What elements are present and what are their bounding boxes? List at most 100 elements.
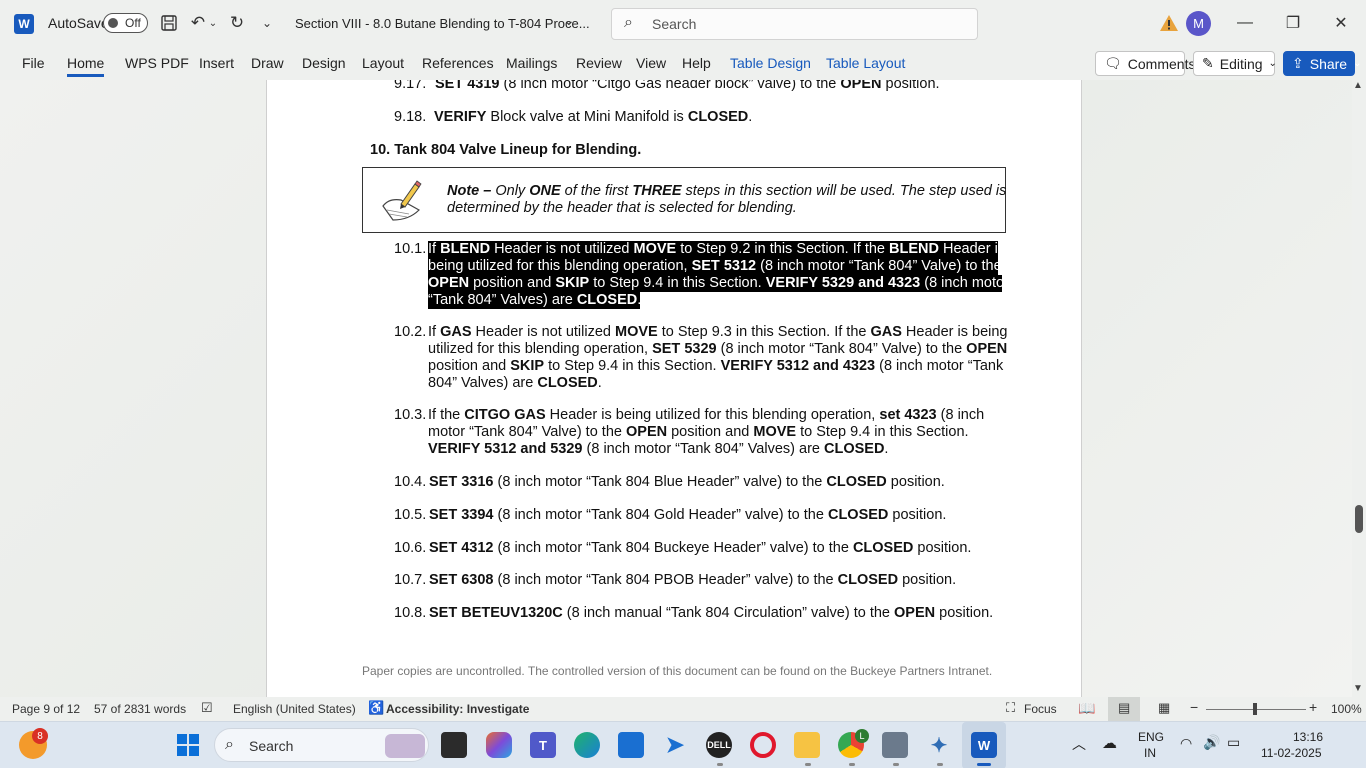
step-10-6-text[interactable]: SET 4312 (8 inch motor “Tank 804 Buckeye… [429,540,971,557]
word-count[interactable]: 57 of 2831 words [94,702,186,716]
undo-dropdown-icon[interactable]: ⌄ [207,12,219,34]
comments-button[interactable]: 🗨 Comments [1095,51,1195,76]
step-10-1-line-3[interactable]: OPEN position and SKIP to Step 9.4 in th… [428,275,1009,292]
step-10-3-line-2[interactable]: motor “Tank 804” Valve) to the OPEN posi… [428,424,969,441]
step-10-7-text[interactable]: SET 6308 (8 inch motor “Tank 804 PBOB He… [429,572,956,589]
search-box[interactable]: ⌕ Search [611,8,978,40]
step-10-2-line-4[interactable]: 804” Valves) are CLOSED. [428,375,602,392]
tab-insert[interactable]: Insert [199,55,234,71]
editing-label: Editing [1219,55,1263,72]
maximize-icon[interactable]: ❐ [1270,8,1316,38]
task-view-icon[interactable] [441,732,467,758]
step-10-4-text[interactable]: SET 3316 (8 inch motor “Tank 804 Blue He… [429,474,945,491]
scroll-up-icon[interactable]: ▲ [1353,80,1363,91]
minimize-icon[interactable]: — [1222,8,1268,38]
vertical-scrollbar[interactable]: ▲ ▼ [1352,80,1366,697]
language-indicator[interactable]: ENG [1138,730,1164,744]
customize-toolbar-icon[interactable]: ⌄ [256,12,278,34]
accessibility-status[interactable]: Accessibility: Investigate [386,702,529,716]
store-icon[interactable] [618,732,644,758]
teams-icon[interactable]: T [530,732,556,758]
note-box[interactable]: Note – Only ONE of the first THREE steps… [362,167,1006,233]
word-icon[interactable]: W [971,732,997,758]
tab-file[interactable]: File [22,55,45,71]
step-10-2-line-3[interactable]: position and SKIP to Step 9.4 in this Se… [428,358,1003,375]
note-pencil-icon [382,180,422,221]
print-layout-icon[interactable]: ▤ [1118,700,1130,716]
avatar[interactable]: M [1186,11,1211,36]
tab-mailings[interactable]: Mailings [506,55,557,71]
toggle-knob [108,18,118,28]
start-icon[interactable] [175,732,201,758]
tab-help[interactable]: Help [682,55,711,71]
accessibility-icon[interactable]: ♿ [368,700,384,716]
tab-layout[interactable]: Layout [362,55,404,71]
zoom-level[interactable]: 100% [1331,702,1362,716]
chevron-down-icon[interactable]: ⌄ [563,12,575,29]
step-10-1-line-4[interactable]: “Tank 804” Valves) are CLOSED. [428,292,641,309]
chevron-up-icon[interactable]: ︿ [1072,734,1086,754]
close-icon[interactable]: ✕ [1318,8,1364,38]
editing-mode-button[interactable]: ✎ Editing ⌄ [1193,51,1277,76]
scrollbar-thumb[interactable] [1355,505,1363,533]
undo-icon[interactable]: ↶ [187,12,209,34]
zoom-slider-thumb[interactable] [1253,703,1257,715]
tab-design[interactable]: Design [302,55,346,71]
read-mode-icon[interactable]: 📖 [1078,700,1095,717]
step-10-1-line-1[interactable]: If BLEND Header is not utilized MOVE to … [428,241,1005,258]
section-heading[interactable]: 10. Tank 804 Valve Lineup for Blending. [370,142,641,159]
copilot-icon[interactable] [486,732,512,758]
tab-references[interactable]: References [422,55,494,71]
file-explorer-icon[interactable] [794,732,820,758]
document-canvas[interactable]: 9.17. SET 4319 (8 inch motor “Citgo Gas … [0,80,1352,697]
edge-icon[interactable] [574,732,600,758]
document-page[interactable]: 9.17. SET 4319 (8 inch motor “Citgo Gas … [266,80,1082,697]
tab-home[interactable]: Home [67,55,105,77]
share-button[interactable]: ⇪ Share ⌄ [1283,51,1361,76]
tab-table-layout[interactable]: Table Layout [826,55,905,71]
step-text: to Step 9.4 in this Section. [544,358,721,374]
step-9-17-text[interactable]: SET 4319 (8 inch motor “Citgo Gas header… [435,80,940,93]
opera-icon[interactable] [750,732,776,758]
action-bold: SET 4319 [435,80,500,92]
step-10-5-text[interactable]: SET 3394 (8 inch motor “Tank 804 Gold He… [429,507,946,524]
zoom-out-icon[interactable]: − [1190,699,1198,715]
onedrive-icon[interactable]: ☁ [1102,734,1117,752]
battery-icon[interactable]: ▭ [1227,734,1240,751]
zoom-in-icon[interactable]: + [1309,699,1317,715]
save-icon[interactable] [158,12,180,34]
volume-icon[interactable]: 🔊 [1203,734,1220,751]
app-icon[interactable]: ✦ [926,732,952,758]
clock-time[interactable]: 13:16 [1293,730,1323,744]
autosave-toggle[interactable]: Off [103,13,148,33]
tab-review[interactable]: Review [576,55,622,71]
step-10-3-line-1[interactable]: If the CITGO GAS Header is being utilize… [428,407,984,424]
app-icon[interactable] [882,732,908,758]
focus-label[interactable]: Focus [1024,702,1057,716]
step-10-3-line-3[interactable]: VERIFY 5312 and 5329 (8 inch motor “Tank… [428,441,888,458]
page-count[interactable]: Page 9 of 12 [12,702,80,716]
document-title[interactable]: Section VIII - 8.0 Butane Blending to T-… [295,16,590,31]
proofing-icon[interactable]: ☑ [201,700,213,716]
tab-table-design[interactable]: Table Design [730,55,811,71]
power-automate-icon[interactable]: ➤ [662,732,688,758]
step-10-1-line-2[interactable]: being utilized for this blending operati… [428,258,1002,275]
redo-icon[interactable]: ↻ [226,12,248,34]
scroll-down-icon[interactable]: ▼ [1353,683,1363,694]
taskbar-search[interactable]: ⌕ Search [214,728,429,762]
step-10-8-text[interactable]: SET BETEUV1320C (8 inch manual “Tank 804… [429,605,993,622]
tab-view[interactable]: View [636,55,666,71]
step-10-2-line-1[interactable]: If GAS Header is not utilized MOVE to St… [428,324,1008,341]
tab-draw[interactable]: Draw [251,55,284,71]
clock-date[interactable]: 11-02-2025 [1261,746,1322,760]
step-9-18-text[interactable]: VERIFY Block valve at Mini Manifold is C… [434,109,752,126]
language[interactable]: English (United States) [233,702,356,716]
warning-icon[interactable] [1159,13,1179,33]
web-layout-icon[interactable]: ▦ [1158,700,1170,716]
step-10-2-line-2[interactable]: utilized for this blending operation, SE… [428,341,1007,358]
note-bold: THREE [632,183,682,199]
tab-wps-pdf[interactable]: WPS PDF [125,55,189,71]
dell-icon[interactable]: DELL [706,732,732,758]
focus-icon[interactable]: ⛶ [1006,700,1015,716]
wifi-icon[interactable]: ◠ [1180,735,1192,752]
